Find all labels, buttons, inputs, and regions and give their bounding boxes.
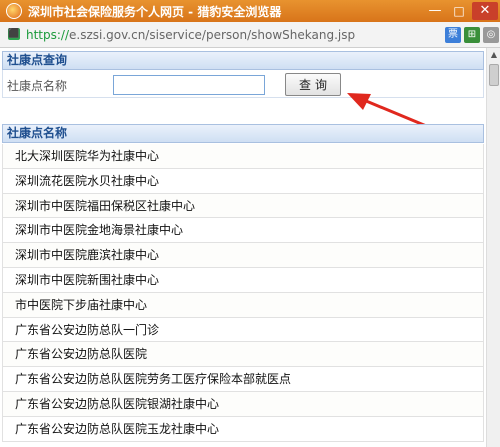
clinic-list: 北大深圳医院华为社康中心 深圳流花医院水贝社康中心 深圳市中医院福田保税区社康中心深…: [2, 144, 484, 442]
clinic-list-item[interactable]: 广东省公安边防总队医院玉龙社康中心: [2, 416, 484, 442]
address-bar[interactable]: ⬛ https://e.szsi.gov.cn/siservice/person…: [0, 22, 500, 48]
clinic-list-item[interactable]: 深圳市中医院鹿滨社康中心: [2, 243, 484, 268]
scroll-thumb[interactable]: [489, 64, 499, 86]
clinic-list-item[interactable]: 广东省公安边防总队一门诊: [2, 317, 484, 343]
url-path: e.szsi.gov.cn/siservice/person/showSheka…: [69, 28, 356, 42]
clinic-name-label: 社康点名称: [7, 79, 68, 93]
grid-extension-icon[interactable]: ⊞: [464, 27, 480, 43]
clinic-list-item[interactable]: 广东省公安边防总队医院劳务工医疗保险本部就医点: [2, 367, 484, 392]
window-title: 深圳市社会保险服务个人网页 - 猎豹安全浏览器: [28, 5, 282, 19]
clinic-list-item[interactable]: 深圳市中医院金地海景社康中心: [2, 218, 484, 244]
clinic-list-item[interactable]: 深圳流花医院水贝社康中心: [2, 168, 484, 194]
clinic-list-item[interactable]: 深圳市中医院福田保税区社康中心: [2, 193, 484, 219]
browser-logo-icon: [6, 3, 22, 19]
list-section-header: 社康点名称: [2, 124, 484, 143]
scroll-up-icon[interactable]: ▲: [487, 48, 500, 62]
lock-icon: ⬛: [8, 28, 20, 40]
close-button[interactable]: ✕: [472, 2, 498, 20]
minimize-button[interactable]: —: [424, 2, 446, 20]
query-button[interactable]: 查询: [285, 73, 341, 96]
ticket-extension-icon[interactable]: 票: [445, 27, 461, 43]
maximize-button[interactable]: □: [448, 2, 470, 20]
menu-extension-icon[interactable]: ◎: [483, 27, 499, 43]
scrollbar[interactable]: ▲: [486, 48, 500, 447]
clinic-name-input[interactable]: [113, 75, 265, 95]
url-text[interactable]: https://e.szsi.gov.cn/siservice/person/s…: [26, 28, 355, 42]
page-content: 社康点查询 社康点名称 查询 社康点名称 北大深圳医院华为社康中心 深圳流花医院水…: [0, 48, 500, 447]
query-section-header: 社康点查询: [2, 51, 484, 70]
clinic-list-item[interactable]: 市中医院下步庙社康中心: [2, 292, 484, 318]
clinic-list-item[interactable]: 北大深圳医院华为社康中心: [2, 144, 484, 169]
clinic-list-item[interactable]: 广东省公安边防总队医院银湖社康中心: [2, 391, 484, 417]
window-titlebar: 深圳市社会保险服务个人网页 - 猎豹安全浏览器 — □ ✕: [0, 0, 500, 22]
clinic-list-item[interactable]: 广东省公安边防总队医院: [2, 342, 484, 368]
clinic-list-item[interactable]: 深圳市中医院新围社康中心: [2, 267, 484, 293]
url-scheme: https://: [26, 28, 70, 42]
